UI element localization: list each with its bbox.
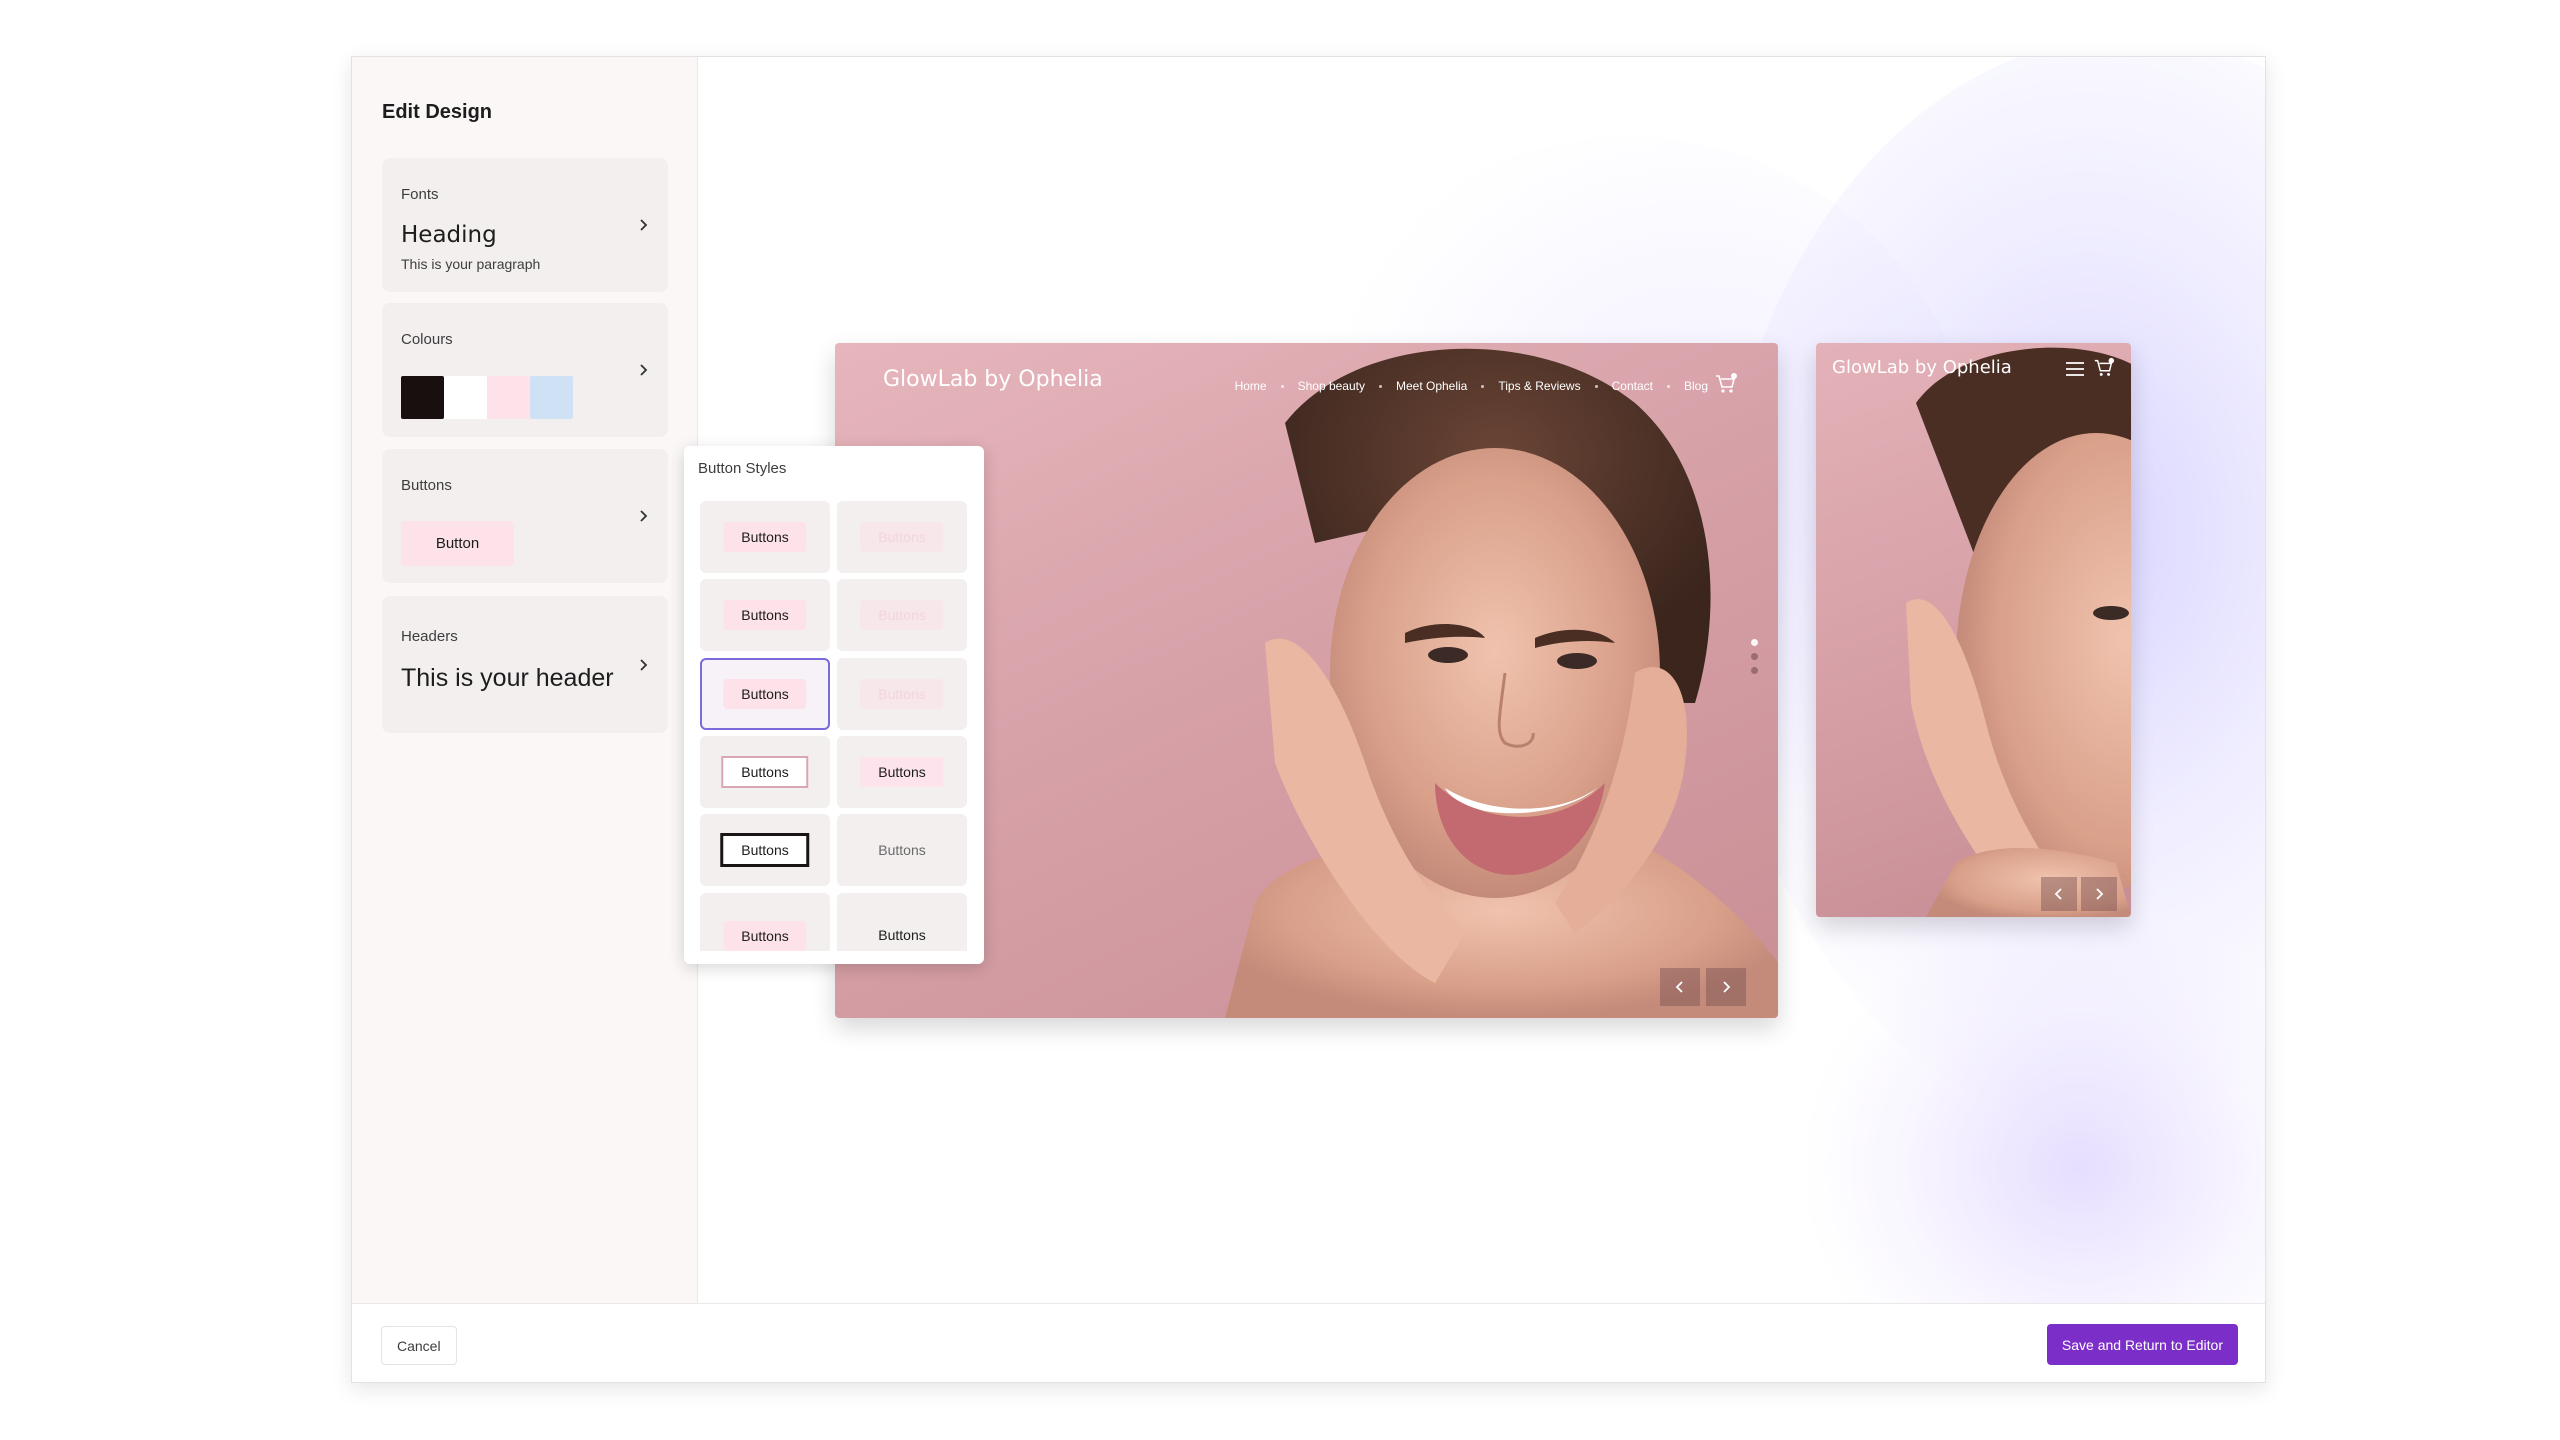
slide-dot[interactable] bbox=[1751, 639, 1758, 646]
chevron-right-icon bbox=[636, 363, 650, 377]
button-style-option[interactable]: Buttons bbox=[837, 501, 967, 573]
nav-item-blog[interactable]: Blog bbox=[1684, 379, 1708, 393]
site-brand[interactable]: GlowLab by Ophelia bbox=[883, 367, 1103, 392]
slide-dot[interactable] bbox=[1751, 667, 1758, 674]
button-style-preview: Buttons bbox=[860, 679, 944, 709]
buttons-card[interactable]: Buttons Button bbox=[382, 449, 668, 583]
fonts-paragraph-sample: This is your paragraph bbox=[401, 256, 541, 272]
headers-card[interactable]: Headers This is your header bbox=[382, 596, 668, 733]
cart-icon[interactable] bbox=[1714, 373, 1738, 395]
sidebar: Edit Design Fonts Heading This is your p… bbox=[352, 57, 698, 1303]
headers-sample: This is your header bbox=[401, 664, 614, 692]
edit-design-window: Edit Design Fonts Heading This is your p… bbox=[351, 56, 2266, 1383]
slide-dots bbox=[1751, 639, 1758, 674]
hero-image bbox=[1906, 347, 2131, 917]
button-style-option[interactable]: Buttons bbox=[837, 579, 967, 651]
button-style-option[interactable]: Buttons bbox=[837, 736, 967, 808]
colours-label: Colours bbox=[401, 331, 453, 348]
button-style-option-selected[interactable]: Buttons bbox=[700, 658, 830, 730]
footer-bar: Cancel Save and Return to Editor bbox=[352, 1303, 2265, 1382]
button-style-option[interactable]: Buttons bbox=[837, 893, 967, 951]
button-style-preview: Buttons bbox=[878, 842, 926, 858]
mobile-site-preview[interactable]: GlowLab by Ophelia bbox=[1816, 343, 2131, 917]
chevron-left-icon bbox=[2054, 888, 2062, 900]
chevron-right-icon bbox=[636, 658, 650, 672]
sidebar-title: Edit Design bbox=[382, 101, 493, 123]
colour-swatch-blue bbox=[530, 376, 573, 419]
nav-item-home[interactable]: Home bbox=[1235, 379, 1267, 393]
button-style-option[interactable]: Buttons bbox=[700, 579, 830, 651]
site-brand[interactable]: GlowLab by Ophelia bbox=[1832, 357, 2012, 378]
slide-next-button[interactable] bbox=[2081, 877, 2117, 911]
button-style-option[interactable]: Buttons bbox=[837, 814, 967, 886]
nav-item-shop-beauty[interactable]: Shop beauty bbox=[1298, 379, 1365, 393]
button-style-preview: Buttons bbox=[720, 833, 810, 867]
buttons-label: Buttons bbox=[401, 477, 452, 494]
chevron-right-icon bbox=[2096, 888, 2104, 900]
nav-item-contact[interactable]: Contact bbox=[1612, 379, 1653, 393]
colours-card[interactable]: Colours bbox=[382, 303, 668, 437]
button-style-preview: Buttons bbox=[860, 522, 944, 552]
button-style-option[interactable]: Buttons bbox=[700, 501, 830, 573]
colour-swatch-pink bbox=[487, 376, 530, 419]
cart-icon[interactable] bbox=[2093, 357, 2115, 379]
button-styles-grid: Buttons Buttons Buttons Buttons Buttons … bbox=[700, 501, 968, 951]
button-style-preview: Buttons bbox=[723, 600, 807, 630]
nav-item-tips-reviews[interactable]: Tips & Reviews bbox=[1498, 379, 1580, 393]
button-style-option[interactable]: Buttons bbox=[837, 658, 967, 730]
cancel-button[interactable]: Cancel bbox=[381, 1326, 457, 1365]
button-style-preview: Buttons bbox=[723, 522, 807, 552]
fonts-card[interactable]: Fonts Heading This is your paragraph bbox=[382, 158, 668, 292]
button-style-option[interactable]: Buttons bbox=[700, 736, 830, 808]
site-nav: Home Shop beauty Meet Ophelia Tips & Rev… bbox=[1235, 379, 1708, 393]
slide-prev-button[interactable] bbox=[1660, 968, 1700, 1006]
nav-item-meet-ophelia[interactable]: Meet Ophelia bbox=[1396, 379, 1467, 393]
fonts-heading-sample: Heading bbox=[401, 222, 497, 248]
button-style-preview: Buttons bbox=[878, 926, 926, 943]
chevron-right-icon bbox=[1723, 981, 1731, 993]
popup-title: Button Styles bbox=[698, 460, 787, 477]
button-style-preview: Buttons bbox=[860, 757, 944, 787]
colour-swatch-dark bbox=[401, 376, 444, 419]
button-style-sample: Button bbox=[401, 521, 514, 566]
button-style-preview: Buttons bbox=[723, 921, 807, 951]
chevron-right-icon bbox=[636, 509, 650, 523]
slide-next-button[interactable] bbox=[1706, 968, 1746, 1006]
fonts-label: Fonts bbox=[401, 186, 439, 203]
slide-prev-button[interactable] bbox=[2041, 877, 2077, 911]
button-style-preview: Buttons bbox=[721, 756, 809, 788]
button-style-option[interactable]: Buttons bbox=[700, 893, 830, 951]
hamburger-menu-icon[interactable] bbox=[2065, 361, 2085, 377]
button-style-preview: Buttons bbox=[860, 600, 944, 630]
colour-swatch-white bbox=[444, 376, 487, 419]
save-and-return-button[interactable]: Save and Return to Editor bbox=[2046, 1324, 2238, 1365]
headers-label: Headers bbox=[401, 628, 458, 645]
button-styles-popup: Button Styles Buttons Buttons Buttons Bu… bbox=[684, 446, 984, 964]
chevron-right-icon bbox=[636, 218, 650, 232]
chevron-left-icon bbox=[1675, 981, 1683, 993]
slide-dot[interactable] bbox=[1751, 653, 1758, 660]
button-style-preview: Buttons bbox=[723, 679, 807, 709]
button-style-option[interactable]: Buttons bbox=[700, 814, 830, 886]
